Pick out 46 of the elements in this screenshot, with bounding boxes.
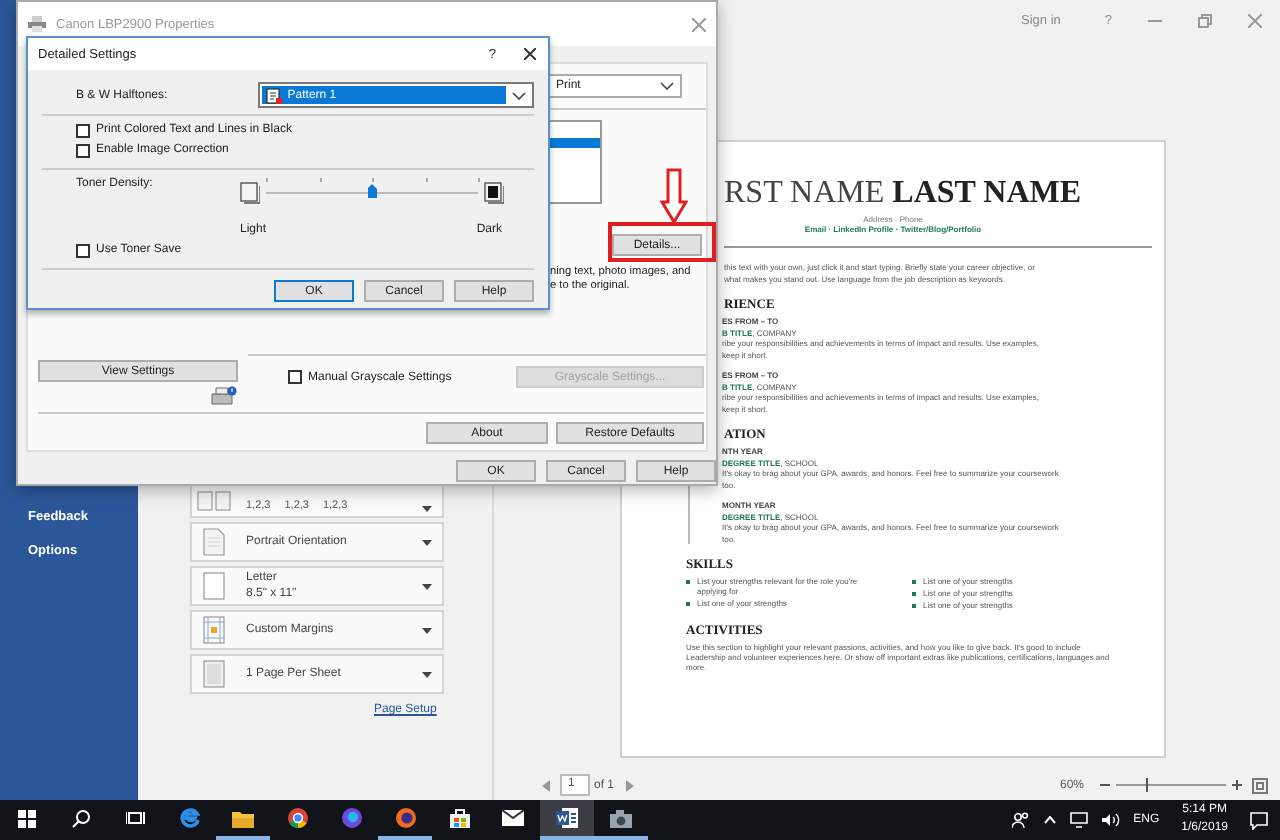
pattern-icon xyxy=(265,87,282,103)
mail-icon xyxy=(502,810,524,826)
people-icon[interactable] xyxy=(1011,812,1030,828)
caret-icon xyxy=(422,583,432,589)
task-view-icon xyxy=(125,810,145,826)
close-icon[interactable] xyxy=(524,48,536,60)
search-icon xyxy=(72,809,90,827)
network-icon[interactable] xyxy=(1069,812,1088,828)
browser-icon xyxy=(395,808,415,828)
caret-icon xyxy=(422,671,432,677)
browser-icon xyxy=(341,808,361,828)
document-icon xyxy=(556,808,578,828)
plus-icon[interactable] xyxy=(1232,780,1242,790)
pages-icon xyxy=(196,490,232,512)
annotation-arrow xyxy=(660,168,688,224)
resume-name: RST NAME LAST NAME xyxy=(724,176,1084,212)
caret-icon xyxy=(422,506,432,512)
browser-icon xyxy=(179,808,199,828)
start-icon xyxy=(18,809,36,827)
slider-thumb[interactable] xyxy=(367,184,377,198)
taskbar-button[interactable] xyxy=(540,800,594,840)
volume-icon[interactable] xyxy=(1101,812,1120,828)
checkbox[interactable] xyxy=(288,370,302,384)
highlight-frame xyxy=(608,222,716,262)
chevron-down-icon xyxy=(660,82,674,90)
caret-icon xyxy=(422,539,432,545)
fit-page-icon[interactable] xyxy=(1252,777,1268,793)
camera-icon xyxy=(610,809,632,827)
caret-icon xyxy=(422,627,432,633)
folder-icon xyxy=(232,809,254,827)
printer-icon xyxy=(28,16,46,32)
list-box[interactable] xyxy=(546,120,602,204)
tick-mark xyxy=(372,178,374,182)
tick-mark xyxy=(266,178,268,182)
chevron-up-icon[interactable] xyxy=(1043,816,1056,824)
chevron-down-icon xyxy=(511,91,525,99)
printer-icon xyxy=(210,386,238,406)
browser-icon xyxy=(287,808,307,828)
checkbox[interactable] xyxy=(76,243,90,257)
checkbox[interactable] xyxy=(76,143,90,157)
light-page-icon xyxy=(240,182,260,204)
checkbox[interactable] xyxy=(76,123,90,137)
notification-icon[interactable] xyxy=(1250,811,1268,829)
shopping-bag-icon xyxy=(449,808,469,828)
tick-mark xyxy=(478,178,480,182)
dark-page-icon xyxy=(484,182,504,204)
